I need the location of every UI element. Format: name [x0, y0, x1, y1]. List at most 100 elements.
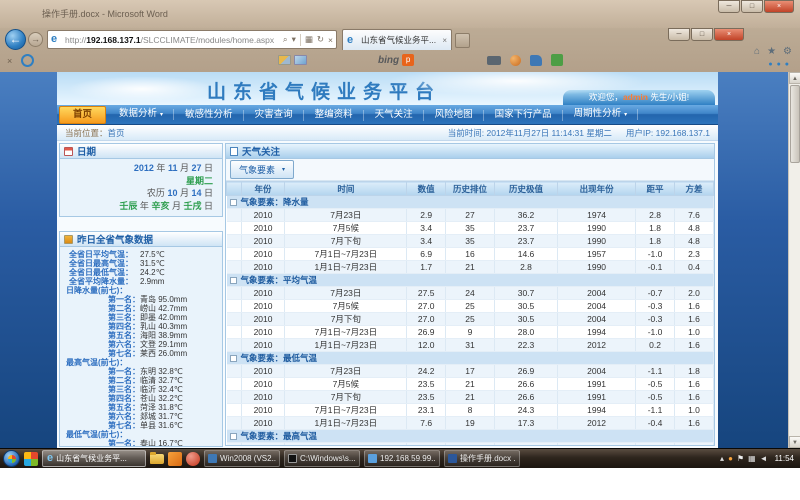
close-icon[interactable]: × [764, 0, 794, 13]
minimize-icon[interactable]: ─ [718, 0, 740, 13]
speaker-icon[interactable]: ◄ [760, 454, 768, 463]
calendar-text: 辛亥 [151, 201, 169, 211]
cell: 2.0 [675, 287, 714, 300]
addon-green-icon[interactable] [551, 54, 563, 66]
cell: -1.1 [636, 365, 675, 378]
column-header: 历史极值 [494, 182, 557, 196]
cell: 1.8 [636, 222, 675, 235]
start-button[interactable] [3, 450, 20, 467]
group-label: 气象要素：平均气温 [241, 275, 318, 285]
scroll-up-icon[interactable]: ▲ [789, 72, 800, 84]
nav-item-1[interactable]: 数据分析▾ [108, 105, 174, 124]
favorites-star-icon[interactable]: ★ [767, 46, 776, 57]
refresh-icon[interactable]: ↻ [317, 34, 324, 45]
scroll-down-icon[interactable]: ▼ [789, 436, 800, 448]
maximize-icon[interactable]: □ [691, 28, 713, 41]
search-dropdown-icon[interactable]: ▾ [292, 34, 296, 45]
taskbar-app-orange-icon[interactable] [168, 452, 182, 466]
thumbnail-icon[interactable] [278, 55, 291, 65]
taskbar-window-icon [368, 454, 377, 463]
explorer-folder-icon[interactable] [150, 454, 164, 464]
weather-value: 菏泽 31.8℃ [140, 403, 183, 412]
maximize-icon[interactable]: □ [741, 0, 763, 13]
tray-expand-icon[interactable]: ▴ [720, 454, 724, 463]
nav-item-7[interactable]: 国家下行产品 [484, 106, 563, 124]
group-checkbox[interactable] [230, 199, 237, 206]
table-data-row: 20107月5候23.52126.61991-0.51.6 [227, 378, 714, 391]
nav-item-3[interactable]: 灾害查询 [244, 106, 304, 124]
cell: 1.6 [675, 378, 714, 391]
nav-item-4[interactable]: 整编资料 [304, 106, 364, 124]
commandbar-close-icon[interactable]: × [7, 56, 12, 66]
action-center-flag-icon[interactable]: ⚑ [737, 454, 744, 463]
taskbar-window-button-3[interactable]: 操作手册.docx .. [444, 450, 520, 467]
cell: 29 [446, 443, 495, 447]
compatibility-icon[interactable]: ▦ [305, 34, 313, 45]
cell: 2.9 [407, 209, 446, 222]
close-icon[interactable]: × [714, 28, 744, 41]
address-bar[interactable]: e http://192.168.137.1/SLCCLIMATE/module… [47, 30, 337, 49]
forward-button[interactable]: → [28, 32, 43, 47]
stop-icon[interactable]: × [328, 35, 333, 45]
taskbar-window-button-1[interactable]: C:\Windows\s... [284, 450, 360, 467]
group-checkbox[interactable] [230, 433, 237, 440]
scrollbar-thumb[interactable] [790, 85, 800, 163]
search-icon[interactable]: ⌕ [283, 34, 288, 45]
nav-item-5[interactable]: 天气关注 [364, 106, 424, 124]
cell: 7月下旬 [285, 235, 407, 248]
cell: 35 [446, 222, 495, 235]
tools-gear-icon[interactable]: ⚙ [783, 46, 792, 57]
taskbar-window-button-0[interactable]: Win2008 (VS2... [204, 450, 280, 467]
taskbar-window-button-2[interactable]: 192.168.59.99... [364, 450, 440, 467]
browser-tab[interactable]: e 山东省气候业务平... × [342, 29, 452, 50]
table-toolbar: 气象要素 ▾ [226, 159, 714, 181]
calendar-panel-title: 日期 [77, 144, 96, 158]
thumbnail-icon[interactable] [294, 55, 307, 65]
taskbar-app-red-icon[interactable] [186, 452, 200, 466]
camera-icon[interactable] [487, 56, 501, 65]
network-icon[interactable]: ▦ [748, 454, 756, 463]
weather-label: 第六名： [62, 412, 140, 421]
cell: 2012 [558, 339, 636, 352]
cell: 1月1日~7月23日 [285, 261, 407, 274]
tab-close-icon[interactable]: × [442, 36, 447, 45]
more-options-icon[interactable]: ● ● ● [768, 61, 790, 68]
cell: 2010 [241, 222, 285, 235]
addon-blue-icon[interactable] [530, 55, 542, 66]
pinned-app-icon[interactable] [24, 452, 38, 466]
addon-orange-icon[interactable] [510, 55, 521, 66]
blocker-icon[interactable] [21, 54, 34, 67]
group-label: 气象要素：最高气温 [241, 431, 318, 441]
cell: -0.3 [636, 443, 675, 447]
taskbar-clock[interactable]: 11:54 [775, 454, 794, 463]
cell: 7月23日 [285, 209, 407, 222]
group-checkbox[interactable] [230, 355, 237, 362]
nav-item-8[interactable]: 周期性分析▾ [563, 105, 639, 124]
cell: -0.3 [636, 300, 675, 313]
group-cell: 气象要素：平均气温 [227, 274, 714, 287]
nav-item-2[interactable]: 敏感性分析 [174, 106, 244, 124]
home-icon[interactable]: ⌂ [754, 46, 760, 57]
taskbar-ie-button[interactable]: e 山东省气候业务平... [42, 450, 146, 467]
weather-rank-row: 第七名：单县 31.6℃ [62, 421, 220, 430]
cell: 31.5 [407, 443, 446, 447]
cell: 7月1日~7月23日 [285, 248, 407, 261]
nav-item-6[interactable]: 风险地图 [424, 106, 484, 124]
table-data-row: 20107月1日~7月23日23.1824.31994-1.11.0 [227, 404, 714, 417]
table-data-row: 20107月5候3.43523.719901.84.8 [227, 222, 714, 235]
weather-rank-row: 第一名：东明 32.8℃ [62, 367, 220, 376]
cell: 1月1日~7月23日 [285, 417, 407, 430]
new-tab-button[interactable] [455, 33, 470, 48]
back-button[interactable]: ← [5, 29, 26, 50]
page-scrollbar[interactable]: ▲ ▼ [788, 72, 800, 448]
weather-value: 崂山 42.7mm [140, 304, 187, 313]
minimize-icon[interactable]: ─ [668, 28, 690, 41]
element-filter-button[interactable]: 气象要素 ▾ [230, 160, 294, 179]
nav-item-0[interactable]: 首页 [59, 106, 106, 124]
weather-focus-title: 天气关注 [242, 144, 280, 158]
tray-fox-icon[interactable]: ● [728, 454, 733, 463]
bing-logo[interactable]: bing p [378, 54, 414, 66]
table-group-row: 气象要素：降水量 [227, 196, 714, 209]
group-checkbox[interactable] [230, 277, 237, 284]
cell-select [227, 326, 242, 339]
